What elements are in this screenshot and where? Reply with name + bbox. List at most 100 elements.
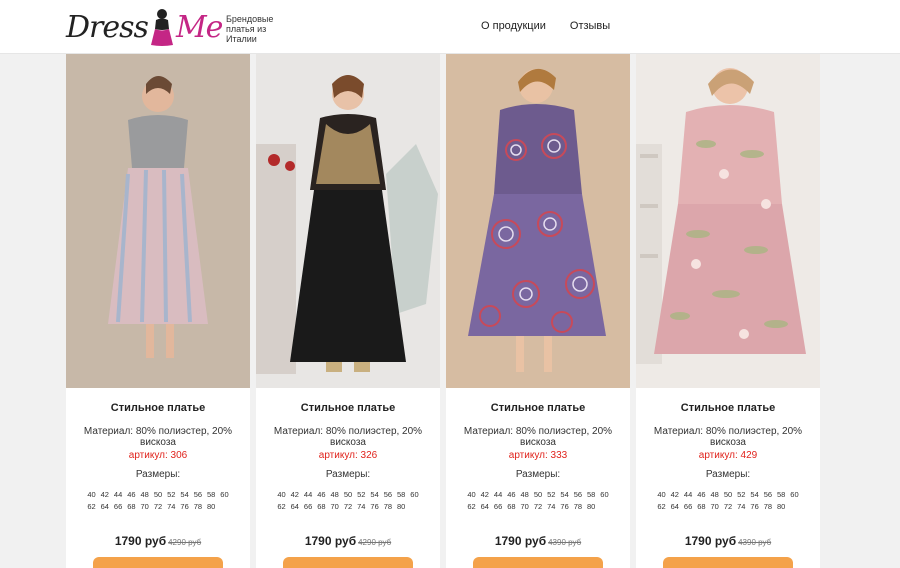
size-option[interactable]: 54 (558, 489, 571, 501)
size-option[interactable]: 74 (735, 501, 748, 513)
size-option[interactable]: 44 (301, 489, 314, 501)
product-photo[interactable] (66, 54, 250, 388)
size-option[interactable]: 68 (505, 501, 518, 513)
size-option[interactable]: 78 (571, 501, 584, 513)
size-option[interactable]: 78 (191, 501, 204, 513)
size-option[interactable]: 72 (721, 501, 734, 513)
size-option[interactable]: 60 (218, 489, 231, 501)
size-option[interactable]: 74 (355, 501, 368, 513)
size-option[interactable]: 40 (465, 489, 478, 501)
size-option[interactable]: 70 (138, 501, 151, 513)
size-option[interactable]: 76 (558, 501, 571, 513)
size-option[interactable]: 74 (165, 501, 178, 513)
size-option[interactable]: 42 (668, 489, 681, 501)
nav-link-reviews[interactable]: Отзывы (570, 20, 610, 32)
size-option[interactable]: 66 (111, 501, 124, 513)
size-option[interactable]: 50 (341, 489, 354, 501)
size-option[interactable]: 48 (138, 489, 151, 501)
size-option[interactable]: 64 (668, 501, 681, 513)
size-option[interactable]: 72 (531, 501, 544, 513)
size-option[interactable]: 76 (748, 501, 761, 513)
size-option[interactable]: 56 (571, 489, 584, 501)
size-option[interactable]: 64 (98, 501, 111, 513)
size-option[interactable]: 80 (775, 501, 788, 513)
size-option[interactable]: 44 (111, 489, 124, 501)
size-option[interactable]: 40 (85, 489, 98, 501)
size-option[interactable]: 42 (98, 489, 111, 501)
size-option[interactable]: 48 (328, 489, 341, 501)
size-option[interactable]: 68 (315, 501, 328, 513)
order-button[interactable] (283, 557, 413, 568)
size-option[interactable]: 78 (761, 501, 774, 513)
size-option[interactable]: 76 (368, 501, 381, 513)
size-option[interactable]: 56 (191, 489, 204, 501)
product-title[interactable]: Стильное платье (256, 402, 440, 414)
size-option[interactable]: 66 (301, 501, 314, 513)
size-option[interactable]: 50 (721, 489, 734, 501)
size-option[interactable]: 80 (585, 501, 598, 513)
size-option[interactable]: 60 (788, 489, 801, 501)
size-option[interactable]: 60 (598, 489, 611, 501)
product-title[interactable]: Стильное платье (636, 402, 820, 414)
size-option[interactable]: 62 (655, 501, 668, 513)
size-option[interactable]: 60 (408, 489, 421, 501)
size-option[interactable]: 76 (178, 501, 191, 513)
size-option[interactable]: 54 (368, 489, 381, 501)
size-option[interactable]: 48 (518, 489, 531, 501)
size-option[interactable]: 46 (125, 489, 138, 501)
size-option[interactable]: 52 (545, 489, 558, 501)
size-option[interactable]: 68 (125, 501, 138, 513)
size-option[interactable]: 50 (531, 489, 544, 501)
size-option[interactable]: 56 (761, 489, 774, 501)
product-photo[interactable] (256, 54, 440, 388)
size-option[interactable]: 68 (695, 501, 708, 513)
size-option[interactable]: 62 (275, 501, 288, 513)
size-option[interactable]: 66 (681, 501, 694, 513)
size-option[interactable]: 70 (518, 501, 531, 513)
size-option[interactable]: 54 (178, 489, 191, 501)
size-option[interactable]: 78 (381, 501, 394, 513)
size-option[interactable]: 58 (205, 489, 218, 501)
size-option[interactable]: 58 (395, 489, 408, 501)
nav-link-products[interactable]: О продукции (481, 20, 546, 32)
size-option[interactable]: 70 (328, 501, 341, 513)
product-price: 1790 руб (494, 534, 547, 548)
size-option[interactable]: 56 (381, 489, 394, 501)
product-title[interactable]: Стильное платье (66, 402, 250, 414)
size-option[interactable]: 48 (708, 489, 721, 501)
size-option[interactable]: 80 (205, 501, 218, 513)
order-button[interactable] (663, 557, 793, 568)
size-option[interactable]: 42 (478, 489, 491, 501)
size-option[interactable]: 66 (491, 501, 504, 513)
size-option[interactable]: 52 (165, 489, 178, 501)
size-option[interactable]: 46 (315, 489, 328, 501)
size-option[interactable]: 58 (585, 489, 598, 501)
size-option[interactable]: 62 (85, 501, 98, 513)
product-photo[interactable] (636, 54, 820, 388)
size-option[interactable]: 40 (655, 489, 668, 501)
size-option[interactable]: 64 (478, 501, 491, 513)
size-option[interactable]: 64 (288, 501, 301, 513)
size-option[interactable]: 42 (288, 489, 301, 501)
product-title[interactable]: Стильное платье (446, 402, 630, 414)
size-option[interactable]: 54 (748, 489, 761, 501)
size-option[interactable]: 62 (465, 501, 478, 513)
size-option[interactable]: 44 (491, 489, 504, 501)
size-option[interactable]: 44 (681, 489, 694, 501)
site-logo[interactable]: Dress Me (66, 6, 223, 48)
size-option[interactable]: 46 (695, 489, 708, 501)
size-option[interactable]: 46 (505, 489, 518, 501)
size-option[interactable]: 80 (395, 501, 408, 513)
size-option[interactable]: 74 (545, 501, 558, 513)
size-option[interactable]: 72 (151, 501, 164, 513)
order-button[interactable] (473, 557, 603, 568)
size-option[interactable]: 50 (151, 489, 164, 501)
size-option[interactable]: 52 (735, 489, 748, 501)
size-option[interactable]: 58 (775, 489, 788, 501)
size-option[interactable]: 72 (341, 501, 354, 513)
size-option[interactable]: 52 (355, 489, 368, 501)
product-photo[interactable] (446, 54, 630, 388)
size-option[interactable]: 40 (275, 489, 288, 501)
size-option[interactable]: 70 (708, 501, 721, 513)
order-button[interactable] (93, 557, 223, 568)
